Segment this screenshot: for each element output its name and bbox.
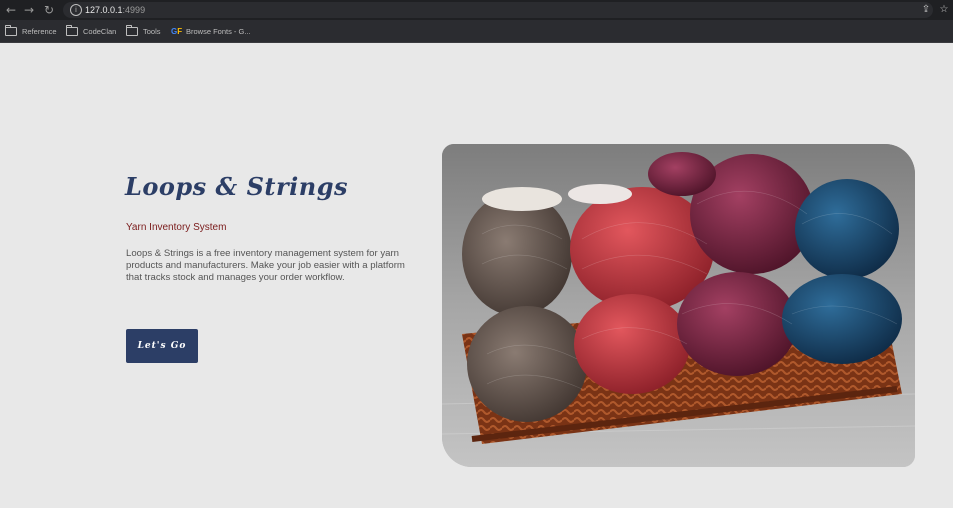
folder-icon bbox=[5, 24, 17, 36]
site-info-icon[interactable]: i bbox=[70, 4, 82, 16]
lets-go-button[interactable]: Let's Go bbox=[126, 329, 198, 363]
bookmark-browse-fonts[interactable]: GF Browse Fonts - G... bbox=[171, 24, 251, 38]
reload-icon[interactable]: ↻ bbox=[41, 2, 57, 18]
page-subtitle: Yarn Inventory System bbox=[126, 222, 227, 233]
bookmark-tools[interactable]: Tools bbox=[126, 24, 161, 38]
google-fonts-icon: GF bbox=[171, 26, 183, 36]
bookmark-label: CodeClan bbox=[83, 26, 117, 36]
url-port: :4999 bbox=[122, 5, 146, 15]
url-text[interactable]: 127.0.0.1:4999 bbox=[85, 2, 145, 18]
folder-icon bbox=[66, 24, 78, 36]
back-arrow-icon[interactable]: ← bbox=[3, 2, 19, 18]
address-bar[interactable]: i 127.0.0.1:4999 bbox=[63, 2, 933, 18]
browser-top-bar: ← → ↻ i 127.0.0.1:4999 ⇪ ☆ bbox=[0, 0, 953, 20]
page-description: Loops & Strings is a free inventory mana… bbox=[126, 248, 405, 284]
bookmark-label: Browse Fonts - G... bbox=[186, 26, 251, 36]
bookmark-label: Tools bbox=[143, 26, 161, 36]
bookmark-reference[interactable]: Reference bbox=[5, 24, 57, 38]
forward-arrow-icon[interactable]: → bbox=[21, 2, 37, 18]
bookmark-star-icon[interactable]: ☆ bbox=[937, 2, 951, 18]
share-icon[interactable]: ⇪ bbox=[919, 2, 933, 18]
bookmarks-bar: Reference CodeClan Tools GF Browse Fonts… bbox=[0, 20, 953, 43]
bookmark-label: Reference bbox=[22, 26, 57, 36]
url-host: 127.0.0.1 bbox=[85, 5, 123, 15]
yarn-basket-image bbox=[442, 144, 915, 467]
folder-icon bbox=[126, 24, 138, 36]
page-title: Loops & Strings bbox=[125, 172, 348, 201]
yarn-basket-illustration bbox=[442, 144, 915, 467]
bookmark-codeclan[interactable]: CodeClan bbox=[66, 24, 116, 38]
